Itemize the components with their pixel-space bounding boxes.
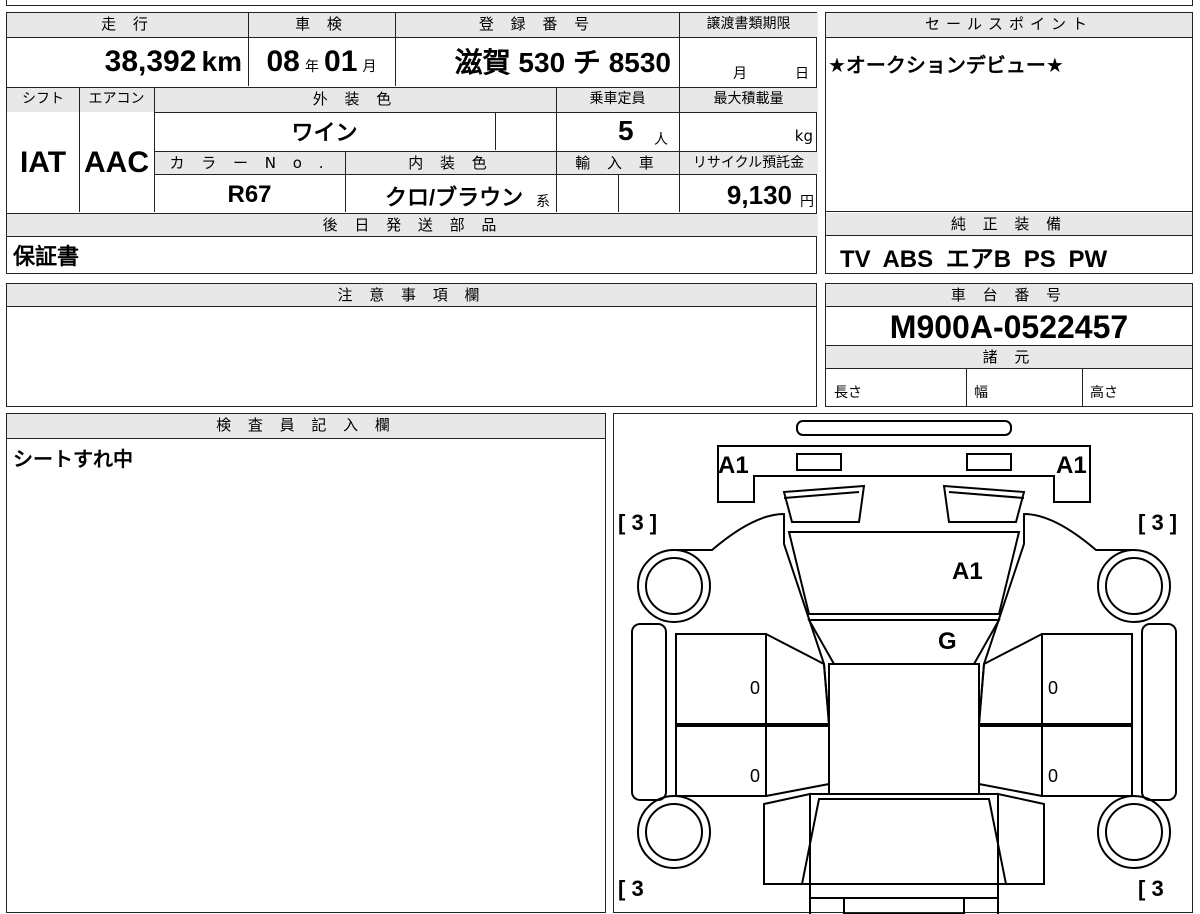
label-front-right: A1 bbox=[1056, 452, 1087, 479]
label-front-left: A1 bbox=[718, 452, 749, 479]
header-interior-color: 内 装 色 bbox=[345, 152, 556, 174]
header-transfer-deadline: 譲渡書類期限 bbox=[679, 13, 818, 37]
inspector-text: シートすれ中 bbox=[13, 447, 133, 471]
header-recycle: リサイクル預託金 bbox=[679, 152, 818, 174]
car-diagram-box: A1 A1 A1 G [ 3 ] [ 3 ] [ 3 [ 3 0 0 0 0 bbox=[613, 413, 1193, 914]
header-color-no: カ ラ ー N o . bbox=[154, 152, 345, 174]
header-sales-point: セールスポイント bbox=[826, 13, 1192, 37]
capacity-unit: 人 bbox=[654, 132, 668, 148]
label-left-rear: [ 3 bbox=[618, 876, 644, 901]
notes-box: 注 意 事 項 欄 bbox=[6, 283, 817, 407]
top-strip bbox=[6, 0, 1193, 6]
inspector-box: 検 査 員 記 入 欄 シートすれ中 bbox=[6, 413, 606, 913]
spec-length-label: 長さ bbox=[834, 385, 862, 401]
header-genuine-equipment: 純 正 装 備 bbox=[826, 213, 1192, 235]
max-load-unit: kg bbox=[794, 127, 813, 145]
later-parts-value: 保証書 bbox=[13, 245, 80, 270]
header-specs: 諸 元 bbox=[826, 346, 1192, 368]
label-door-rl: 0 bbox=[750, 766, 761, 786]
registration-number: 滋賀 530 チ 8530 bbox=[454, 47, 671, 78]
label-door-fr: 0 bbox=[1048, 678, 1059, 698]
recycle-unit: 円 bbox=[800, 194, 814, 210]
inspection-cell: 08 年 01 月 bbox=[248, 37, 395, 87]
sales-point-box: セールスポイント ★オークションデビュー★ bbox=[825, 12, 1193, 212]
header-notes: 注 意 事 項 欄 bbox=[7, 284, 816, 306]
label-right-rear: [ 3 bbox=[1138, 876, 1164, 901]
inspection-year: 08 bbox=[266, 45, 300, 78]
transfer-deadline-cell: 月 日 bbox=[679, 37, 818, 87]
recycle-cell: 9,130 円 bbox=[679, 175, 818, 213]
label-door-fl: 0 bbox=[750, 678, 761, 698]
header-aircon: エアコン bbox=[79, 88, 154, 112]
genuine-equipment-box: 純 正 装 備 TV ABS エアB PS PW bbox=[825, 212, 1193, 274]
header-chassis: 車 台 番 号 bbox=[826, 284, 1192, 306]
max-load-cell: kg bbox=[679, 113, 818, 151]
label-hood: A1 bbox=[952, 558, 983, 585]
chassis-number: M900A-0522457 bbox=[889, 309, 1129, 345]
header-inspection: 車 検 bbox=[248, 13, 395, 37]
car-diagram bbox=[631, 420, 1177, 914]
header-mileage: 走 行 bbox=[7, 13, 248, 37]
label-left-front-fender: [ 3 ] bbox=[618, 510, 658, 535]
mileage-cell: 38,392 km bbox=[7, 37, 248, 87]
genuine-equipment-value: TV ABS エアB PS PW bbox=[840, 246, 1108, 273]
header-registration: 登 録 番 号 bbox=[395, 13, 679, 37]
header-inspector: 検 査 員 記 入 欄 bbox=[7, 414, 605, 438]
aircon-value: AAC bbox=[84, 146, 149, 179]
header-shift: シフト bbox=[7, 88, 79, 112]
transfer-month-unit: 月 bbox=[733, 66, 747, 82]
mileage-value: 38,392 bbox=[104, 45, 197, 78]
color-no-value: R67 bbox=[227, 181, 272, 208]
header-later-parts: 後 日 発 送 部 品 bbox=[7, 214, 818, 236]
header-max-load: 最大積載量 bbox=[679, 88, 818, 112]
capacity-cell: 5 人 bbox=[556, 113, 679, 151]
spec-width-label: 幅 bbox=[974, 385, 988, 401]
sales-point-text: ★オークションデビュー★ bbox=[828, 53, 1064, 77]
spec-height-label: 高さ bbox=[1090, 385, 1118, 401]
header-exterior-color: 外 装 色 bbox=[154, 88, 556, 112]
exterior-color-value: ワイン bbox=[291, 120, 358, 145]
inspection-month-unit: 月 bbox=[362, 59, 377, 75]
inspection-month: 01 bbox=[324, 45, 358, 78]
interior-color-cell: クロ/ブラウン 系 bbox=[345, 175, 556, 213]
label-roof: G bbox=[938, 628, 957, 655]
label-right-front-fender: [ 3 ] bbox=[1138, 510, 1178, 535]
chassis-box: 車 台 番 号 M900A-0522457 諸 元 長さ 幅 高さ bbox=[825, 283, 1193, 407]
recycle-value: 9,130 bbox=[726, 180, 792, 210]
label-door-rr: 0 bbox=[1048, 766, 1059, 786]
capacity-value: 5 bbox=[618, 115, 634, 146]
shift-value: IAT bbox=[19, 146, 67, 179]
header-import: 輸 入 車 bbox=[556, 152, 679, 174]
interior-color-suffix: 系 bbox=[536, 194, 550, 210]
inspection-year-unit: 年 bbox=[304, 59, 319, 75]
main-info-table: 走 行 車 検 登 録 番 号 譲渡書類期限 38,392 km 08 年 01… bbox=[6, 12, 818, 274]
transfer-day-unit: 日 bbox=[795, 66, 809, 82]
mileage-unit: km bbox=[201, 46, 242, 77]
header-capacity: 乗車定員 bbox=[556, 88, 679, 112]
interior-color-value: クロ/ブラウン bbox=[385, 185, 524, 210]
